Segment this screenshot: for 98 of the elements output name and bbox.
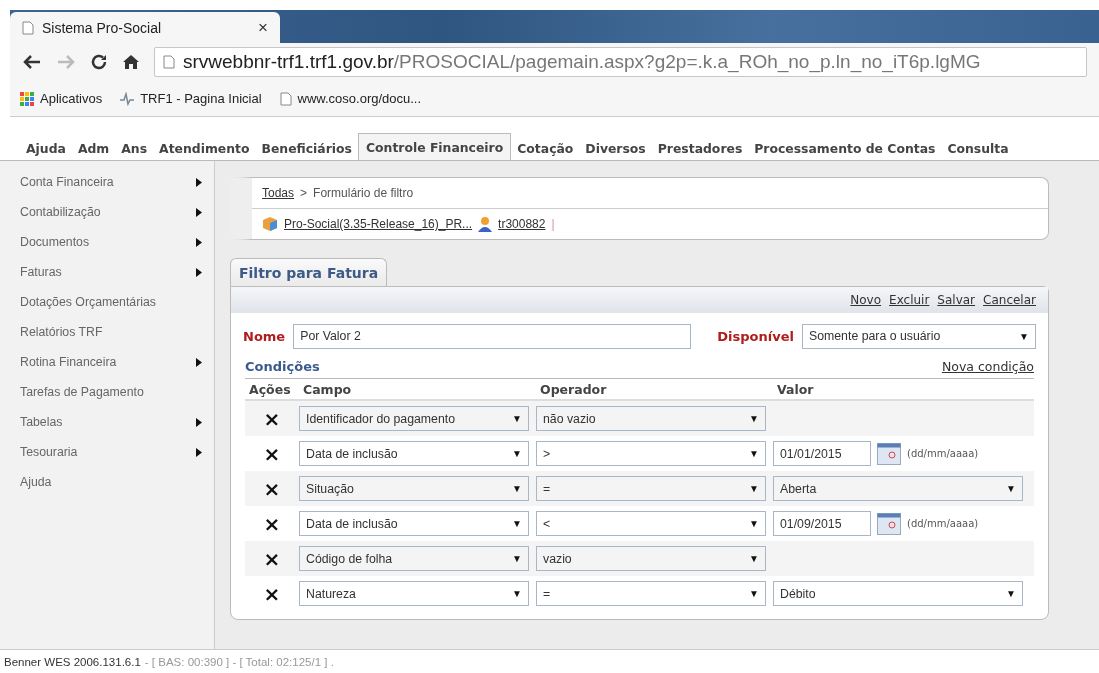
action-link[interactable]: Salvar [937,293,976,307]
field-dropdown[interactable]: Situação ▼ [299,476,529,501]
action-link[interactable]: Novo [850,293,882,307]
sidebar-item[interactable]: Relatórios TRF [20,317,214,347]
menu-tab[interactable]: Ans [115,136,154,160]
url-path: /PROSOCIAL/pagemain.aspx?g2p=.k.a_ROh_no_p.ln_no_iT6p.lgMG [393,51,981,73]
value-dropdown[interactable]: Débito ▼ [773,581,1023,606]
timing-text: - [ BAS: 00:390 ] - [ Total: 02:125/1 ] . [144,655,334,668]
breadcrumb-current: Formulário de filtro [313,186,414,200]
sidebar-item[interactable]: Ajuda [20,467,214,497]
forward-icon [56,54,76,70]
new-condition-link[interactable]: Nova condição [941,359,1034,374]
submenu-arrow-icon [196,177,202,187]
date-format-hint: (dd/mm/aaaa) [907,448,979,459]
pulse-icon [120,91,135,106]
page-icon [163,55,175,69]
sidebar-item[interactable]: Contabilização [20,197,214,227]
browser-tab[interactable]: Sistema Pro-Social × [10,12,280,43]
column-header: Valor [776,381,815,397]
menu-tab[interactable]: Controle Financeiro [357,133,512,160]
operator-dropdown[interactable]: não vazio ▼ [536,406,766,431]
sidebar-item[interactable]: Dotações Orçamentárias [20,287,214,317]
operator-dropdown[interactable]: vazio ▼ [536,546,766,571]
page-icon [22,20,34,35]
delete-condition-button[interactable]: × [263,441,281,466]
column-header: Operador [539,381,608,397]
back-icon [22,54,42,70]
column-header: Ações [248,381,292,397]
system-link[interactable]: Pro-Social(3.35-Release_16)_PR... [284,217,473,231]
menu-tab[interactable]: Consulta [941,136,1015,160]
menu-tab[interactable]: Beneficiários [255,136,358,160]
reload-icon [90,53,108,71]
name-field[interactable]: Por Valor 2 [293,323,692,349]
operator-dropdown[interactable]: = ▼ [536,581,766,606]
calendar-icon [877,442,901,465]
page-icon [279,91,292,106]
sidebar-item[interactable]: Faturas [20,257,214,287]
operator-dropdown[interactable]: < ▼ [536,511,766,536]
sidebar-item[interactable]: Tesouraria [20,437,214,467]
calendar-icon [877,512,901,535]
name-label: Nome [243,328,286,344]
date-field[interactable]: 01/09/2015 [773,511,871,536]
menu-tab[interactable]: Ajuda [20,136,72,160]
menu-tab[interactable]: Atendimento [153,136,256,160]
home-icon [122,53,140,71]
bookmark-link[interactable]: TRF1 - Pagina Inicial [120,91,262,106]
delete-condition-button[interactable]: × [263,546,281,571]
operator-dropdown[interactable]: > ▼ [536,441,766,466]
sidebar-item[interactable]: Documentos [20,227,214,257]
available-dropdown[interactable]: Somente para o usuário ▼ [802,323,1036,349]
action-link[interactable]: Excluir [889,293,930,307]
delete-condition-button[interactable]: × [263,476,281,501]
bookmark-link[interactable]: Aplicativos [20,91,103,106]
delete-condition-button[interactable]: × [263,511,281,536]
bookmark-link[interactable]: www.coso.org/docu... [279,91,422,106]
submenu-arrow-icon [196,447,202,457]
field-dropdown[interactable]: Identificador do pagamento ▼ [299,406,529,431]
divider-mark: | [551,217,555,231]
menu-tab[interactable]: Adm [71,136,116,160]
sidebar-item[interactable]: Tabelas [20,407,214,437]
submenu-arrow-icon [196,357,202,367]
value-dropdown[interactable]: Aberta ▼ [773,476,1023,501]
sidebar-item[interactable]: Tarefas de Pagamento [20,377,214,407]
apps-grid-icon [20,91,34,106]
tab-title: Sistema Pro-Social [42,19,163,36]
field-dropdown[interactable]: Data de inclusão ▼ [299,441,529,466]
sidebar-item[interactable]: Conta Financeira [20,167,214,197]
submenu-arrow-icon [196,237,202,247]
user-icon [478,216,493,232]
field-dropdown[interactable]: Natureza ▼ [299,581,529,606]
column-header: Campo [302,381,353,397]
url-host: srvwebbnr-trf1.trf1.gov.br [183,51,394,72]
field-dropdown[interactable]: Código de folha ▼ [299,546,529,571]
version-text: Benner WES 2006.131.6.1 [4,655,141,668]
conditions-title: Condições [245,359,320,374]
date-field[interactable]: 01/01/2015 [773,441,871,466]
breadcrumb-link[interactable]: Todas [262,186,295,200]
close-tab-button[interactable]: × [258,17,268,38]
breadcrumb-separator: > [300,186,308,200]
sidebar-item[interactable]: Rotina Financeira [20,347,214,377]
submenu-arrow-icon [196,417,202,427]
submenu-arrow-icon [196,207,202,217]
user-link[interactable]: tr300882 [498,217,546,231]
form-tab[interactable]: Filtro para Fatura [230,258,388,286]
operator-dropdown[interactable]: = ▼ [536,476,766,501]
submenu-arrow-icon [196,267,202,277]
menu-tab[interactable]: Processamento de Contas [748,136,942,160]
field-dropdown[interactable]: Data de inclusão ▼ [299,511,529,536]
delete-condition-button[interactable]: × [263,581,281,606]
address-bar[interactable]: srvwebbnr-trf1.trf1.gov.br/PROSOCIAL/pagemain.aspx?g2p=.k.a_ROh_no_p.ln_no_iT6p.lgMG [154,47,1087,77]
delete-condition-button[interactable]: × [263,406,281,431]
date-format-hint: (dd/mm/aaaa) [907,518,979,529]
menu-tab[interactable]: Diversos [579,136,652,160]
available-label: Disponível [717,328,794,344]
menu-tab[interactable]: Cotação [511,136,580,160]
package-icon [262,216,278,232]
action-link[interactable]: Cancelar [983,293,1036,307]
menu-tab[interactable]: Prestadores [651,136,749,160]
